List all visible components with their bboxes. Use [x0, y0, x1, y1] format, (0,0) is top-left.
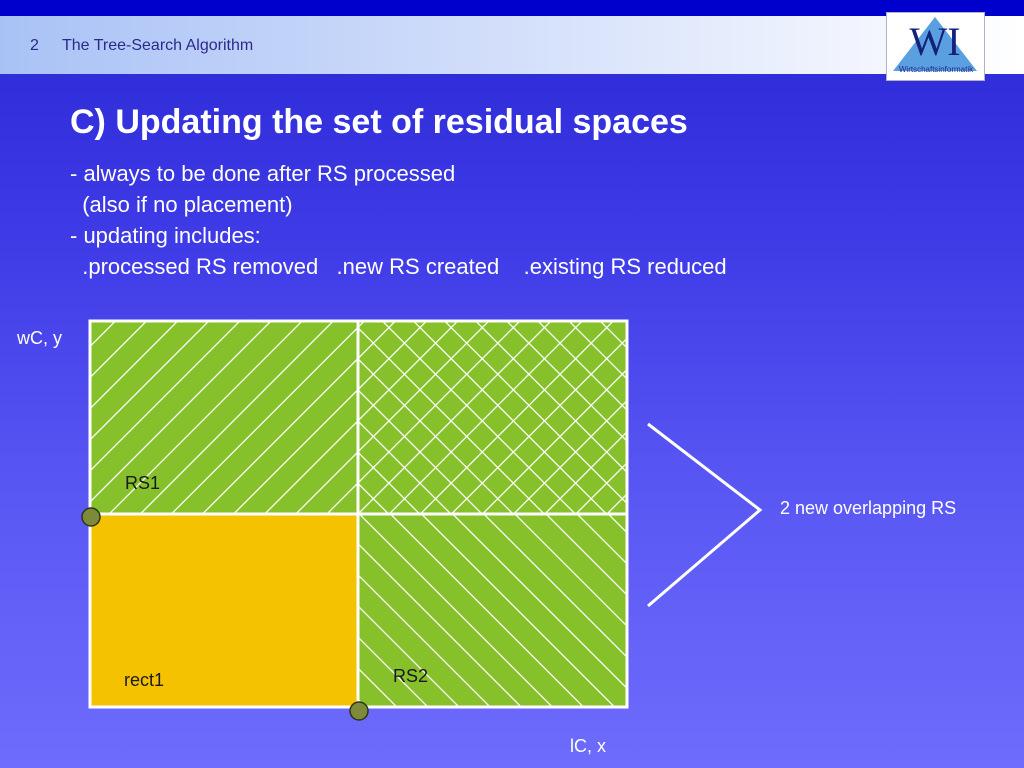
x-axis-label: lC, x	[570, 736, 606, 756]
corner-point-rs2	[349, 701, 369, 721]
corner-point-rs1	[81, 507, 101, 527]
overlap-region	[358, 321, 627, 514]
rs2-label: RS2	[393, 666, 429, 686]
y-axis-label: wC, y	[17, 328, 62, 348]
rect1-label: rect1	[124, 670, 165, 690]
bracket-arrow	[647, 422, 763, 608]
residual-space-diagram	[81, 319, 763, 721]
bracket-label: 2 new overlapping RS	[780, 498, 957, 518]
rs1-label: RS1	[125, 473, 161, 493]
